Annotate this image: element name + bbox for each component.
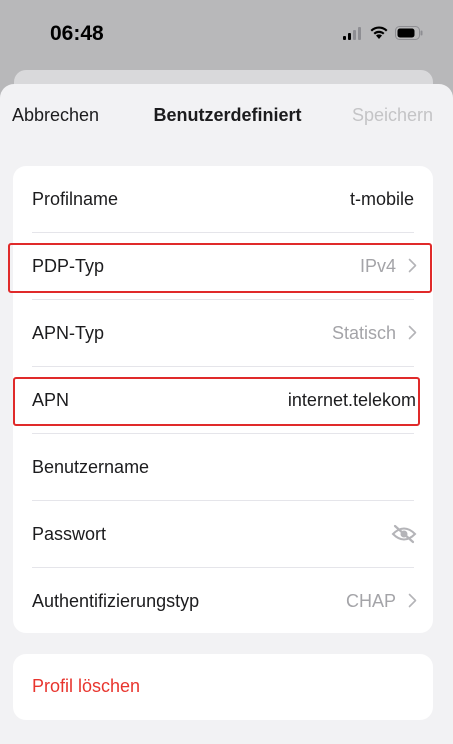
delete-profile-card: Profil löschen [13, 654, 433, 720]
apn-highlight [13, 377, 420, 426]
password-row[interactable]: Passwort [13, 501, 433, 568]
chevron-right-icon [408, 593, 417, 613]
wifi-icon [369, 25, 389, 45]
apn-type-value: Statisch [331, 323, 396, 343]
apn-type-row[interactable]: APN-Typ Statisch [13, 300, 433, 367]
password-label: Passwort [32, 524, 107, 544]
auth-type-label: Authentifizierungstyp [32, 591, 200, 611]
username-label: Benutzername [32, 457, 150, 477]
status-time: 06:48 [50, 22, 104, 45]
profile-name-value[interactable]: t-mobile [350, 189, 414, 210]
chevron-right-icon [408, 325, 417, 345]
delete-profile-button[interactable]: Profil löschen [32, 676, 140, 697]
signal-icon [343, 26, 363, 45]
save-button[interactable]: Speichern [352, 105, 433, 126]
pdp-type-highlight [8, 243, 432, 293]
apn-type-label: APN-Typ [32, 323, 105, 343]
username-row[interactable]: Benutzername [13, 434, 433, 501]
nav-bar: Abbrechen Benutzerdefiniert Speichern [0, 84, 453, 146]
profile-name-label: Profilname [32, 189, 119, 209]
auth-type-row[interactable]: Authentifizierungstyp CHAP [13, 568, 433, 635]
status-bar: 06:48 [0, 0, 453, 70]
eye-slash-icon[interactable] [391, 524, 417, 549]
status-icons [343, 25, 423, 45]
auth-type-value: CHAP [345, 591, 396, 611]
profile-name-row[interactable]: Profilname t-mobile [13, 166, 433, 233]
battery-icon [395, 25, 423, 45]
